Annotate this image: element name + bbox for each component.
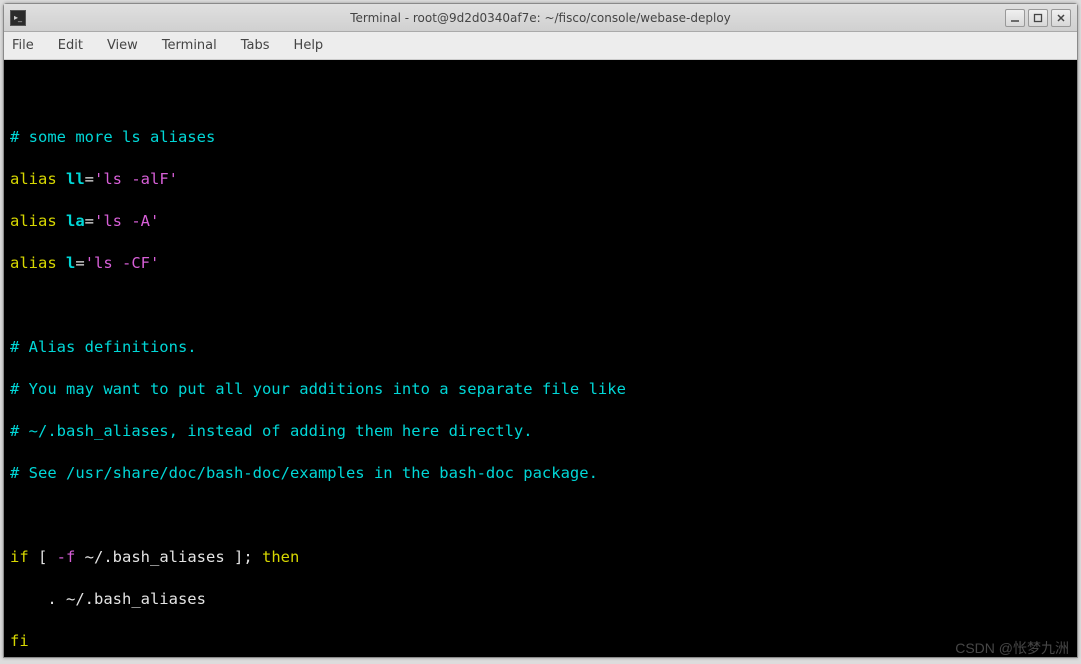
code-line: fi [10,631,1071,652]
code-line: # See /usr/share/doc/bash-doc/examples i… [10,463,1071,484]
menu-edit[interactable]: Edit [58,38,83,53]
menu-help[interactable]: Help [294,38,324,53]
titlebar: ▸_ Terminal - root@9d2d0340af7e: ~/fisco… [4,4,1077,32]
minimize-button[interactable] [1005,9,1025,27]
close-button[interactable] [1051,9,1071,27]
window-controls [1005,9,1071,27]
menu-tabs[interactable]: Tabs [241,38,270,53]
menu-view[interactable]: View [107,38,138,53]
code-line: # You may want to put all your additions… [10,379,1071,400]
code-line: # Alias definitions. [10,337,1071,358]
code-line: alias la='ls -A' [10,211,1071,232]
code-line [10,295,1071,316]
window-title: Terminal - root@9d2d0340af7e: ~/fisco/co… [4,11,1077,25]
menu-terminal[interactable]: Terminal [162,38,217,53]
minimize-icon [1010,13,1020,23]
code-line [10,85,1071,106]
maximize-icon [1033,13,1043,23]
terminal-window: ▸_ Terminal - root@9d2d0340af7e: ~/fisco… [3,3,1078,658]
code-line: alias ll='ls -alF' [10,169,1071,190]
menu-file[interactable]: File [12,38,34,53]
close-icon [1056,13,1066,23]
menubar: File Edit View Terminal Tabs Help [4,32,1077,60]
maximize-button[interactable] [1028,9,1048,27]
terminal-app-icon: ▸_ [10,10,26,26]
code-line: if [ -f ~/.bash_aliases ]; then [10,547,1071,568]
code-line: # ~/.bash_aliases, instead of adding the… [10,421,1071,442]
code-line: . ~/.bash_aliases [10,589,1071,610]
code-line: alias l='ls -CF' [10,253,1071,274]
code-line: # some more ls aliases [10,127,1071,148]
terminal-content[interactable]: # some more ls aliases alias ll='ls -alF… [4,60,1077,657]
code-line [10,505,1071,526]
